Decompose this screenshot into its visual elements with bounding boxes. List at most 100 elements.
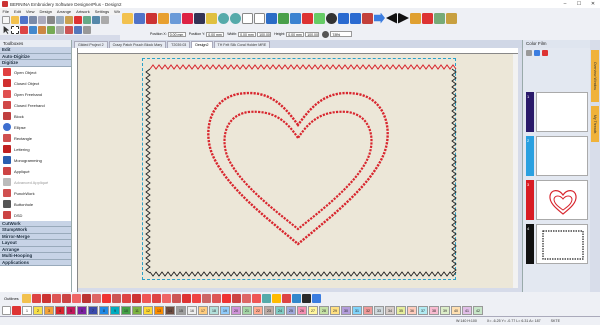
spiral-fill-icon[interactable] (251, 293, 261, 303)
palette-new-icon[interactable] (2, 305, 11, 315)
height-input[interactable]: 0.00 mm (286, 31, 305, 37)
pattern-fill-icon[interactable] (161, 293, 171, 303)
color-film-row[interactable]: 3 (526, 180, 588, 222)
rotate-left-icon[interactable] (218, 12, 229, 24)
tool-ellipse[interactable]: Ellipse (0, 122, 71, 133)
triangle-left-icon[interactable] (386, 12, 397, 24)
thread-chip[interactable]: 39 (440, 305, 450, 315)
thread-chip[interactable]: 38 (429, 305, 439, 315)
triangle-right-icon[interactable] (398, 12, 409, 24)
e-stitch-icon[interactable] (121, 293, 131, 303)
tool-open-freehand[interactable]: Open Freehand (0, 89, 71, 100)
color-film-row[interactable]: 2 (526, 136, 588, 178)
mirror-icon[interactable] (65, 26, 73, 34)
picture-icon[interactable] (206, 12, 217, 24)
back-icon[interactable] (338, 12, 349, 24)
tab-design2[interactable]: Design2 (191, 41, 213, 48)
thread-chip[interactable]: 23 (264, 305, 274, 315)
zigzag-border[interactable] (145, 64, 457, 277)
fancy-fill-icon[interactable] (171, 293, 181, 303)
thread-chip[interactable]: 20 (231, 305, 241, 315)
thread-chip[interactable]: 10 (121, 305, 131, 315)
thread-chip[interactable]: 33 (374, 305, 384, 315)
underlay-icon[interactable] (291, 293, 301, 303)
copy-icon[interactable] (56, 16, 64, 24)
palette-color-icon[interactable] (12, 305, 21, 315)
thread-chip[interactable]: 15 (176, 305, 186, 315)
thread-chip[interactable]: 32 (363, 305, 373, 315)
zoom-input[interactable]: 78% (330, 31, 353, 37)
tool-buttonhole[interactable]: Buttonhole (0, 199, 71, 210)
embroidery-design[interactable] (78, 54, 518, 288)
export-icon[interactable] (92, 16, 100, 24)
zigzag-icon[interactable] (111, 293, 121, 303)
thread-chip[interactable]: 9 (110, 305, 120, 315)
color-film-row[interactable]: 4 (526, 224, 588, 266)
thread-chip[interactable]: 17 (198, 305, 208, 315)
menu-design[interactable]: Design (37, 9, 54, 14)
tool-rectangle[interactable]: Rectangle (0, 133, 71, 144)
thread-chip[interactable]: 42 (473, 305, 483, 315)
thread-chip[interactable]: 25 (286, 305, 296, 315)
tool-block[interactable]: Block (0, 111, 71, 122)
tool-advanced-appliqu-[interactable]: Advanced Appliqué (0, 177, 71, 188)
motif-run-icon[interactable] (81, 293, 91, 303)
stitch-view-icon[interactable] (146, 12, 157, 24)
check-icon[interactable] (314, 12, 325, 24)
backstitch-icon[interactable] (41, 293, 51, 303)
blackwork-icon[interactable] (231, 293, 241, 303)
group-icon[interactable] (38, 26, 46, 34)
blanket-stitch-icon[interactable] (71, 293, 81, 303)
measure-icon[interactable] (83, 26, 91, 34)
lock-icon[interactable] (47, 26, 55, 34)
new-icon[interactable] (2, 16, 10, 24)
thread-icon[interactable] (422, 12, 433, 24)
redraw-icon[interactable] (182, 12, 193, 24)
settings-icon[interactable] (101, 16, 109, 24)
film-icon[interactable] (194, 12, 205, 24)
print-preview-icon[interactable] (38, 16, 46, 24)
mirror-horizontal-icon[interactable] (242, 12, 253, 24)
stipple-icon[interactable] (201, 293, 211, 303)
gradient-fill-icon[interactable] (221, 293, 231, 303)
film-add-icon[interactable] (534, 50, 540, 56)
thread-chip[interactable]: 7 (88, 305, 98, 315)
paste-icon[interactable] (65, 16, 73, 24)
thread-chip[interactable]: 40 (451, 305, 461, 315)
vertical-scrollbar[interactable] (513, 54, 518, 288)
stemstitch-icon[interactable] (51, 293, 61, 303)
my-threads-tab[interactable]: My Threads (591, 106, 599, 142)
forward-icon[interactable] (350, 12, 361, 24)
tool-appliqu-[interactable]: Appliqué (0, 166, 71, 177)
thread-chip[interactable]: 11 (132, 305, 142, 315)
select-arrow-icon[interactable] (3, 26, 10, 34)
satin-outline-icon[interactable] (61, 293, 71, 303)
effects-icon[interactable] (281, 293, 291, 303)
menu-arrange[interactable]: Arrange (54, 9, 73, 14)
trapunto-icon[interactable] (261, 293, 271, 303)
show-artwork-icon[interactable] (170, 12, 181, 24)
thread-chip[interactable]: 8 (99, 305, 109, 315)
thread-chip[interactable]: 22 (253, 305, 263, 315)
menu-edit[interactable]: Edit (11, 9, 23, 14)
thread-chip[interactable]: 24 (275, 305, 285, 315)
tab-felt-silk[interactable]: TH Felt Silk Coral Holder MRE (213, 41, 271, 48)
save-icon[interactable] (20, 16, 28, 24)
auto-jump-icon[interactable] (311, 293, 321, 303)
sculpture-run-icon[interactable] (131, 293, 141, 303)
thread-chip[interactable]: 34 (385, 305, 395, 315)
cut-icon[interactable] (47, 16, 55, 24)
thread-chip[interactable]: 27 (308, 305, 318, 315)
artistic-view-icon[interactable] (158, 12, 169, 24)
hide-icon[interactable] (56, 26, 64, 34)
overview-window-tab[interactable]: Overview Window (591, 50, 599, 102)
slow-redraw-icon[interactable] (410, 12, 421, 24)
thread-chip[interactable]: 3 (44, 305, 54, 315)
tool-closed-freehand[interactable]: Closed Freehand (0, 100, 71, 111)
tool-punchwork[interactable]: PunchWork (0, 188, 71, 199)
section-applications[interactable]: Applications (0, 259, 71, 266)
group-objects-icon[interactable] (278, 12, 289, 24)
step-fill-icon[interactable] (151, 293, 161, 303)
triple-stitch-icon[interactable] (31, 293, 41, 303)
grid-icon[interactable] (122, 12, 133, 24)
